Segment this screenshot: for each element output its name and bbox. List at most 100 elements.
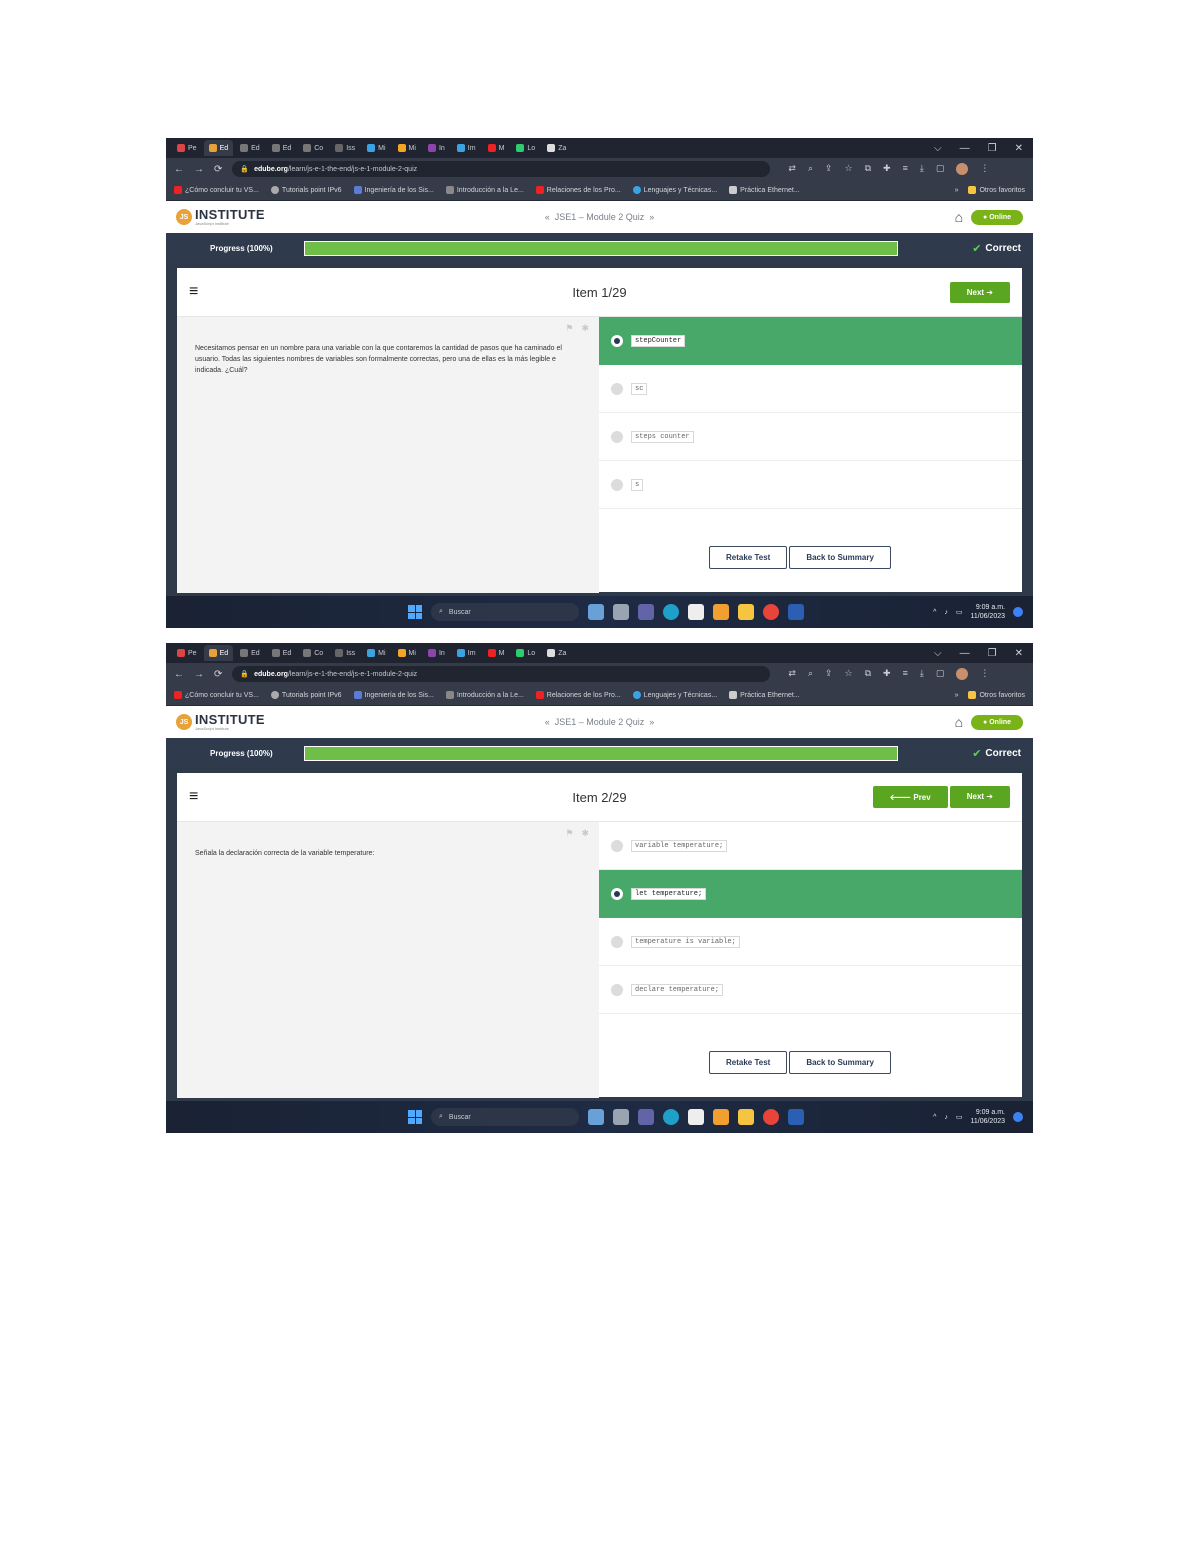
volume-icon[interactable]: ♪ bbox=[944, 609, 948, 616]
file-manager-icon[interactable] bbox=[613, 604, 629, 620]
browser-tab[interactable]: Im bbox=[452, 645, 481, 661]
flag-icon[interactable]: ⚑ bbox=[565, 828, 573, 839]
flag-icon[interactable]: ⚑ bbox=[565, 323, 573, 334]
widgets-icon[interactable] bbox=[588, 604, 604, 620]
puzzle-icon[interactable]: ✚ bbox=[883, 163, 891, 175]
back-to-summary-button[interactable]: Back to Summary bbox=[789, 546, 891, 569]
widgets-icon[interactable] bbox=[588, 1109, 604, 1125]
browser-tab[interactable]: Za bbox=[542, 645, 571, 661]
address-bar[interactable]: 🔒 edube.org/learn/js-e-1-the-end/js-e-1-… bbox=[232, 666, 771, 682]
browser-tab[interactable]: Lo bbox=[511, 645, 540, 661]
menu-dots-icon[interactable]: ⋮ bbox=[980, 163, 989, 175]
folder-icon[interactable] bbox=[738, 604, 754, 620]
logo[interactable]: JS INSTITUTE JavaScript Institute bbox=[176, 713, 265, 731]
bug-icon[interactable]: ✱ bbox=[581, 828, 589, 839]
teams-icon[interactable] bbox=[638, 1109, 654, 1125]
translate-icon[interactable]: ⇄ bbox=[788, 668, 796, 680]
answer-option[interactable]: let temperature; bbox=[599, 870, 1022, 918]
tab-search-icon[interactable]: ⌵ bbox=[934, 648, 942, 659]
tab-search-icon[interactable]: ⌵ bbox=[934, 143, 942, 154]
home-icon[interactable]: ⌂ bbox=[955, 209, 963, 225]
windows-start-icon[interactable] bbox=[408, 605, 422, 619]
bookmark[interactable]: ¿Cómo concluir tu VS... bbox=[174, 186, 259, 194]
forward-icon[interactable]: → bbox=[194, 669, 204, 680]
reload-icon[interactable]: ⟳ bbox=[214, 164, 222, 175]
taskbar-search[interactable]: ⌕ Buscar bbox=[431, 603, 579, 621]
word-icon[interactable] bbox=[788, 604, 804, 620]
word-icon[interactable] bbox=[788, 1109, 804, 1125]
share-icon[interactable]: ⇪ bbox=[825, 668, 833, 680]
browser-tab[interactable]: Co bbox=[298, 140, 328, 156]
chrome-icon[interactable] bbox=[763, 604, 779, 620]
taskbar-search[interactable]: ⌕ Buscar bbox=[431, 1108, 579, 1126]
retake-test-button[interactable]: Retake Test bbox=[709, 1051, 788, 1074]
bookmark[interactable]: Lenguajes y Técnicas... bbox=[632, 691, 717, 699]
sidepanel-icon[interactable]: ▢ bbox=[936, 163, 945, 175]
volume-icon[interactable]: ♪ bbox=[944, 1114, 948, 1121]
bug-icon[interactable]: ✱ bbox=[581, 323, 589, 334]
translate-icon[interactable]: ⇄ bbox=[788, 163, 796, 175]
browser-tab[interactable]: Iss bbox=[330, 645, 360, 661]
puzzle-icon[interactable]: ✚ bbox=[883, 668, 891, 680]
browser-tab[interactable]: Mi bbox=[393, 645, 421, 661]
extension-icon[interactable]: ⧉ bbox=[865, 668, 871, 680]
back-to-summary-button[interactable]: Back to Summary bbox=[789, 1051, 891, 1074]
bookmark[interactable]: ¿Cómo concluir tu VS... bbox=[174, 691, 259, 699]
crumb-next[interactable]: » bbox=[649, 212, 654, 222]
forward-icon[interactable]: → bbox=[194, 164, 204, 175]
back-icon[interactable]: ← bbox=[174, 164, 184, 175]
browser-tab[interactable]: Ed bbox=[267, 645, 297, 661]
download-icon[interactable]: ⤓ bbox=[920, 163, 924, 175]
answer-option[interactable]: steps counter bbox=[599, 413, 1022, 461]
profile-avatar[interactable] bbox=[956, 668, 969, 680]
browser-tab[interactable]: Lo bbox=[511, 140, 540, 156]
bookmark[interactable]: Introducción a la Le... bbox=[445, 186, 524, 194]
hamburger-menu-icon[interactable]: ≡ bbox=[189, 788, 198, 806]
store-icon[interactable] bbox=[688, 1109, 704, 1125]
bookmark[interactable]: Práctica Ethernet... bbox=[729, 691, 800, 699]
star-icon[interactable]: ☆ bbox=[845, 163, 853, 175]
browser-tab[interactable]: In bbox=[423, 140, 450, 156]
share-icon[interactable]: ⇪ bbox=[825, 163, 833, 175]
battery-icon[interactable]: ▭ bbox=[956, 608, 963, 616]
maximize-icon[interactable]: ❐ bbox=[988, 648, 997, 659]
browser-tab[interactable]: Za bbox=[542, 140, 571, 156]
answer-option[interactable]: stepCounter bbox=[599, 317, 1022, 365]
retake-test-button[interactable]: Retake Test bbox=[709, 546, 788, 569]
prev-button[interactable]: 🡐 Prev bbox=[872, 786, 948, 808]
bookmark[interactable]: Ingeniería de los Sis... bbox=[353, 186, 434, 194]
profile-avatar[interactable] bbox=[956, 163, 969, 175]
file-manager-icon[interactable] bbox=[613, 1109, 629, 1125]
bookmark[interactable]: Introducción a la Le... bbox=[445, 691, 524, 699]
app-icon[interactable] bbox=[713, 1109, 729, 1125]
windows-start-icon[interactable] bbox=[408, 1110, 422, 1124]
star-icon[interactable]: ☆ bbox=[845, 668, 853, 680]
answer-option[interactable]: variable temperature; bbox=[599, 822, 1022, 870]
bookmark[interactable]: Lenguajes y Técnicas... bbox=[632, 186, 717, 194]
browser-tab[interactable]: Ed bbox=[235, 140, 265, 156]
browser-tab[interactable]: In bbox=[423, 645, 450, 661]
clock[interactable]: 9:09 a.m. 11/06/2023 bbox=[970, 603, 1005, 621]
app-icon[interactable] bbox=[713, 604, 729, 620]
browser-tab[interactable]: M bbox=[483, 645, 510, 661]
bookmark[interactable]: Tutorials point IPv6 bbox=[270, 186, 342, 194]
browser-tab[interactable]: M bbox=[483, 140, 510, 156]
zoom-icon[interactable]: ⌕ bbox=[808, 668, 813, 680]
browser-tab[interactable]: Co bbox=[298, 645, 328, 661]
crumb-prev[interactable]: « bbox=[545, 717, 550, 727]
bookmark[interactable]: Tutorials point IPv6 bbox=[270, 691, 342, 699]
reading-list-icon[interactable]: ≡ bbox=[903, 668, 908, 680]
edge-icon[interactable] bbox=[663, 604, 679, 620]
chevron-right-icon[interactable]: » bbox=[955, 187, 959, 194]
close-icon[interactable]: ✕ bbox=[1015, 143, 1023, 154]
logo[interactable]: JS INSTITUTE JavaScript Institute bbox=[176, 208, 265, 226]
chevron-right-icon[interactable]: » bbox=[955, 692, 959, 699]
home-icon[interactable]: ⌂ bbox=[955, 714, 963, 730]
bookmark[interactable]: Ingeniería de los Sis... bbox=[353, 691, 434, 699]
store-icon[interactable] bbox=[688, 604, 704, 620]
close-icon[interactable]: ✕ bbox=[1015, 648, 1023, 659]
browser-tab[interactable]: Iss bbox=[330, 140, 360, 156]
answer-option[interactable]: sc bbox=[599, 365, 1022, 413]
browser-tab[interactable]: Mi bbox=[362, 645, 390, 661]
hamburger-menu-icon[interactable]: ≡ bbox=[189, 283, 198, 301]
